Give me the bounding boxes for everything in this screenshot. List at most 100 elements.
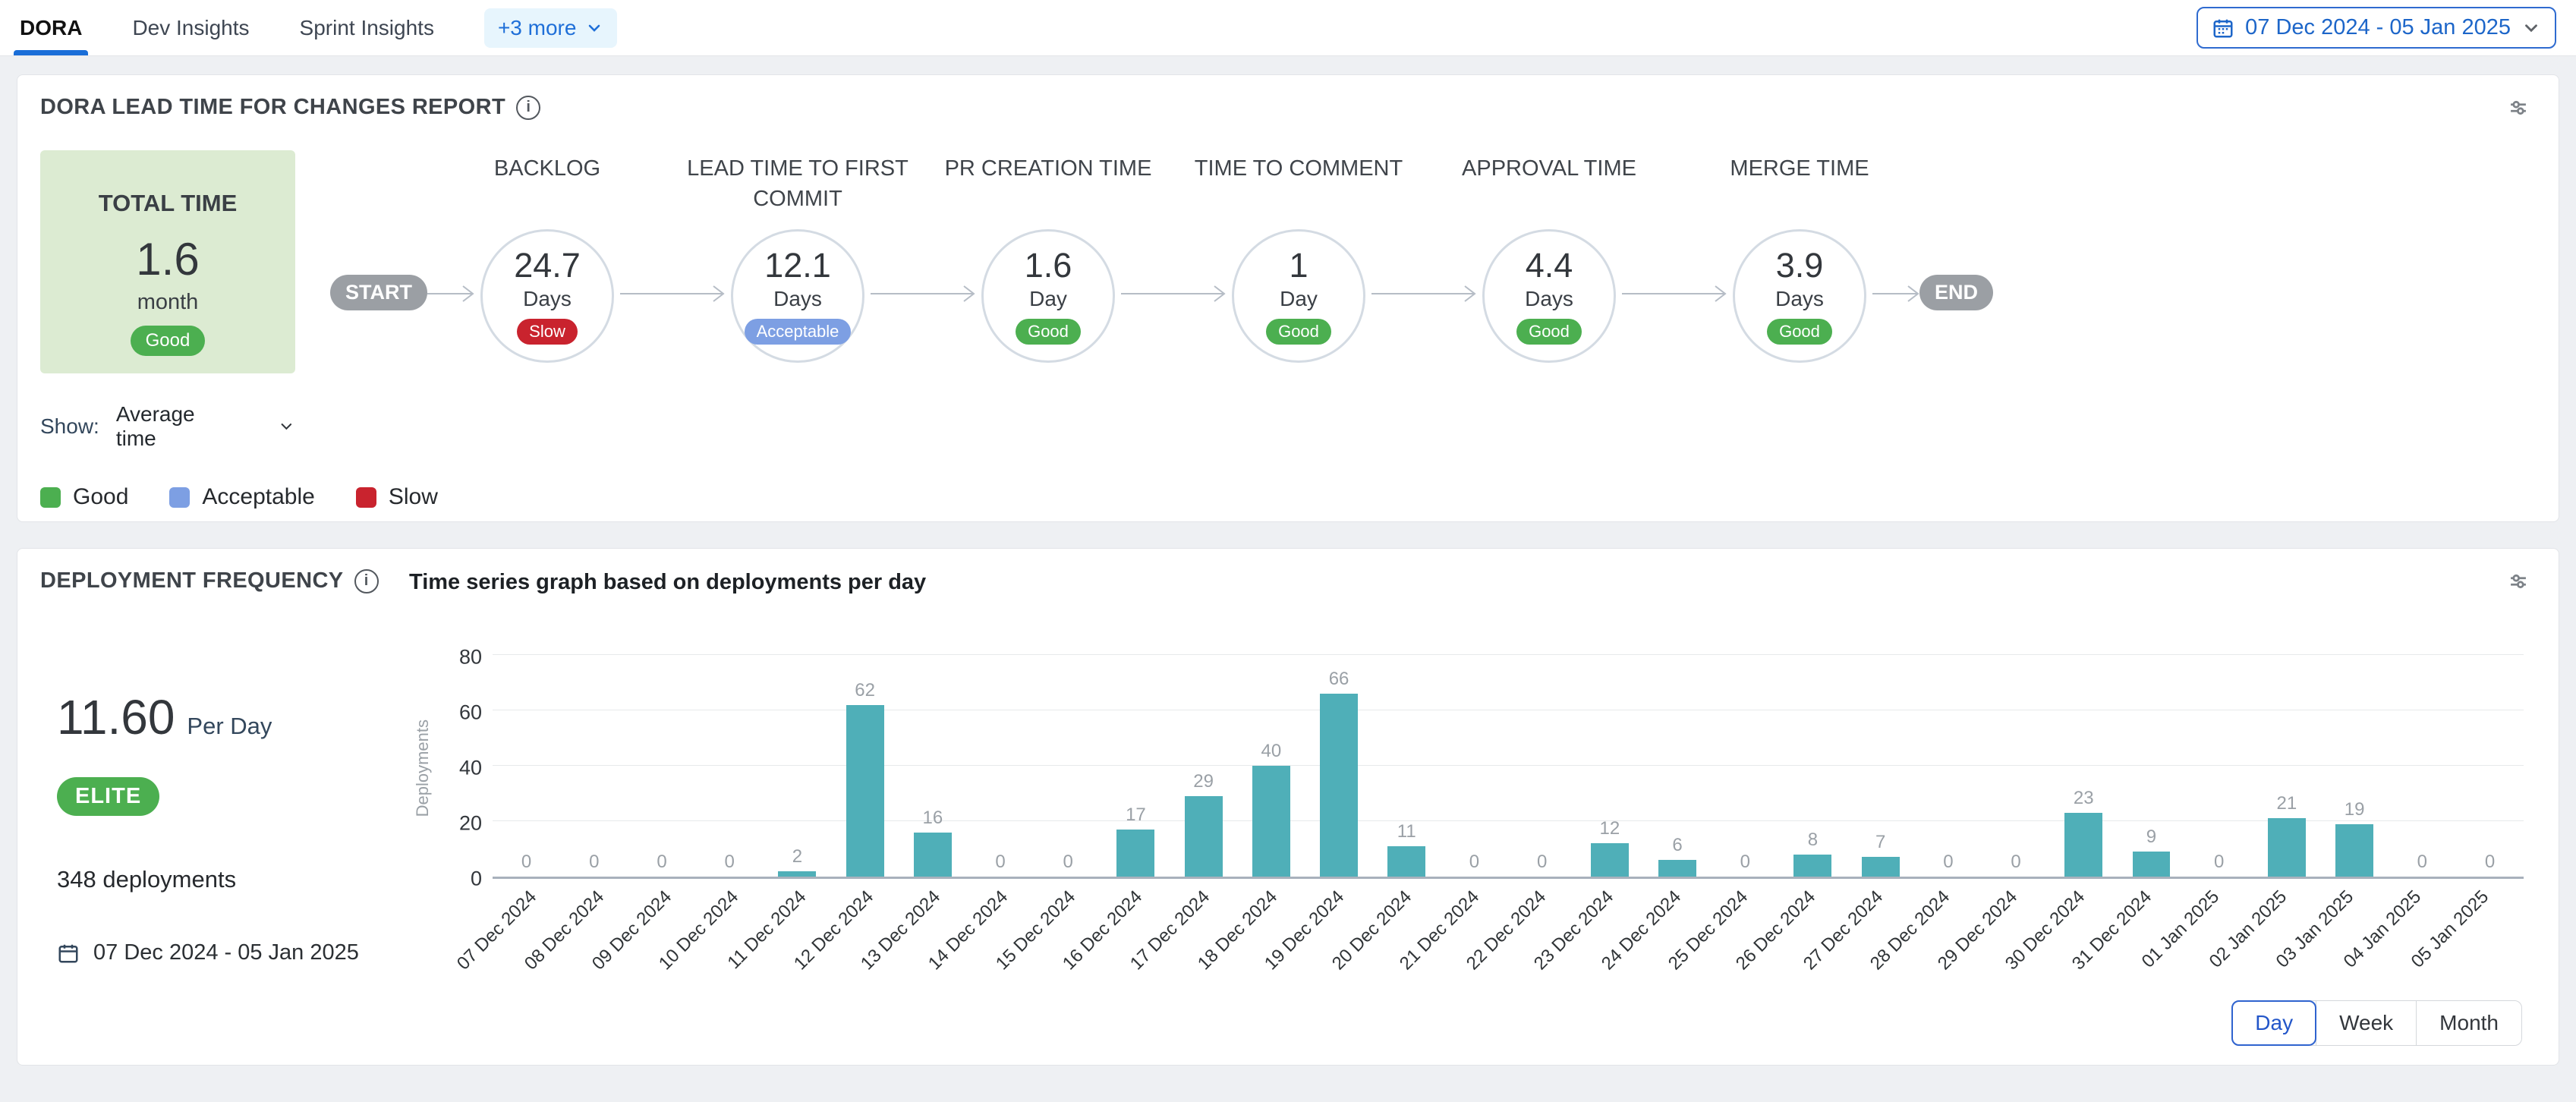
bar-value-label: 2	[792, 846, 802, 867]
bar-24-dec-2024[interactable]: 6	[1643, 835, 1711, 877]
bar-value-label: 0	[1943, 852, 1953, 873]
stage-circle: 1DayGood	[1232, 229, 1365, 363]
bar-value-label: 0	[2214, 852, 2224, 873]
legend-item-slow: Slow	[356, 484, 438, 510]
bar-09-dec-2024[interactable]: 0	[628, 852, 695, 877]
bar-01-jan-2025[interactable]: 0	[2185, 852, 2253, 877]
tab-dora[interactable]: DORA	[20, 0, 82, 55]
deployment-rate-value: 11.60	[57, 689, 175, 745]
bar-value-label: 11	[1397, 821, 1416, 842]
bar-27-dec-2024[interactable]: 7	[1847, 832, 1914, 877]
bar-23-dec-2024[interactable]: 12	[1576, 818, 1643, 877]
stage-lead-time-to-first-commit: LEAD TIME TO FIRST COMMIT12.1DaysAccepta…	[725, 150, 871, 363]
bar-value-label: 66	[1329, 669, 1349, 690]
stage-title: LEAD TIME TO FIRST COMMIT	[669, 153, 927, 214]
legend-swatch	[40, 487, 61, 508]
bar-30-dec-2024[interactable]: 23	[2050, 788, 2118, 877]
bar	[778, 871, 816, 877]
bar-28-dec-2024[interactable]: 0	[1914, 852, 1982, 877]
bar-08-dec-2024[interactable]: 0	[560, 852, 628, 877]
bar-10-dec-2024[interactable]: 0	[696, 852, 764, 877]
flow-arrow	[1622, 284, 1727, 304]
stage-unit: Days	[523, 287, 572, 311]
granularity-month-button[interactable]: Month	[2416, 1001, 2521, 1045]
stage-backlog: BACKLOG24.7DaysSlow	[474, 150, 620, 363]
more-tabs-dropdown[interactable]: +3 more	[484, 8, 618, 48]
legend-label: Good	[73, 484, 128, 510]
bar-16-dec-2024[interactable]: 17	[1102, 804, 1170, 877]
stage-title: APPROVAL TIME	[1420, 153, 1678, 184]
bar-value-label: 0	[589, 852, 599, 873]
report-tabs: DORA Dev Insights Sprint Insights +3 more	[20, 0, 617, 55]
bar-18-dec-2024[interactable]: 40	[1237, 741, 1305, 877]
bar-value-label: 8	[1808, 830, 1818, 851]
bar-05-jan-2025[interactable]: 0	[2456, 852, 2524, 877]
bar-value-label: 17	[1126, 804, 1146, 826]
bar-11-dec-2024[interactable]: 2	[764, 846, 831, 877]
bar-15-dec-2024[interactable]: 0	[1034, 852, 1102, 877]
bar-22-dec-2024[interactable]: 0	[1508, 852, 1576, 877]
flow-arrow	[620, 284, 725, 304]
bar-value-label: 0	[657, 852, 666, 873]
bar-14-dec-2024[interactable]: 0	[966, 852, 1034, 877]
y-tick-label: 20	[459, 812, 482, 836]
date-range-label: 07 Dec 2024 - 05 Jan 2025	[2245, 15, 2511, 40]
stage-status-badge: Slow	[517, 319, 578, 345]
bar-29-dec-2024[interactable]: 0	[1982, 852, 2049, 877]
bar-26-dec-2024[interactable]: 8	[1779, 830, 1847, 877]
show-metric-select[interactable]: Show: Average time	[40, 402, 295, 451]
granularity-day-button[interactable]: Day	[2231, 1000, 2316, 1046]
bar-03-jan-2025[interactable]: 19	[2320, 799, 2388, 877]
tab-sprint-insights[interactable]: Sprint Insights	[300, 0, 434, 55]
bar-07-dec-2024[interactable]: 0	[493, 852, 560, 877]
stage-value: 3.9	[1776, 248, 1824, 282]
flow-arrow	[427, 284, 474, 304]
legend-swatch	[169, 487, 190, 508]
deployment-total: 348 deployments	[57, 866, 409, 893]
granularity-toggle: DayWeekMonth	[2231, 1000, 2522, 1046]
bar-value-label: 23	[2074, 788, 2094, 809]
stage-circle: 3.9DaysGood	[1733, 229, 1866, 363]
bar-13-dec-2024[interactable]: 16	[899, 808, 966, 877]
stage-unit: Days	[773, 287, 822, 311]
chevron-down-icon	[585, 19, 603, 37]
bar-21-dec-2024[interactable]: 0	[1441, 852, 1508, 877]
flow-end-node: END	[1919, 275, 1993, 310]
bar-17-dec-2024[interactable]: 29	[1170, 771, 1237, 877]
stage-title: PR CREATION TIME	[919, 153, 1177, 184]
total-time-card: TOTAL TIME 1.6 month Good	[40, 150, 295, 373]
legend-label: Slow	[389, 484, 438, 510]
filter-sliders-icon[interactable]	[2505, 95, 2531, 124]
bar-12-dec-2024[interactable]: 62	[831, 680, 899, 877]
stage-title: BACKLOG	[418, 153, 676, 184]
info-icon[interactable]: i	[516, 96, 540, 120]
stage-status-badge: Acceptable	[745, 319, 852, 345]
bar-19-dec-2024[interactable]: 66	[1305, 669, 1372, 877]
bar-02-jan-2025[interactable]: 21	[2253, 793, 2320, 877]
bar-value-label: 62	[855, 680, 875, 701]
legend-item-good: Good	[40, 484, 128, 510]
filter-sliders-icon[interactable]	[2505, 568, 2531, 598]
stage-title: MERGE TIME	[1671, 153, 1929, 184]
date-range-picker[interactable]: 07 Dec 2024 - 05 Jan 2025	[2197, 7, 2556, 49]
bar-value-label: 19	[2345, 799, 2365, 820]
bar-04-jan-2025[interactable]: 0	[2389, 852, 2456, 877]
total-time-status-badge: Good	[131, 326, 206, 356]
bar-value-label: 12	[1600, 818, 1620, 839]
stage-approval-time: APPROVAL TIME4.4DaysGood	[1476, 150, 1622, 363]
bar	[1252, 766, 1290, 877]
bar-25-dec-2024[interactable]: 0	[1712, 852, 1779, 877]
show-selected-value: Average time	[116, 402, 225, 451]
legend-item-acceptable: Acceptable	[169, 484, 314, 510]
stage-value: 1.6	[1025, 248, 1072, 282]
calendar-icon	[2212, 17, 2234, 39]
bar-31-dec-2024[interactable]: 9	[2118, 826, 2185, 877]
plot-area: 0000262160017294066110012608700239021190…	[493, 657, 2524, 879]
stage-circle: 1.6DayGood	[981, 229, 1115, 363]
granularity-week-button[interactable]: Week	[2316, 1001, 2416, 1045]
total-time-label: TOTAL TIME	[99, 190, 238, 217]
bar-20-dec-2024[interactable]: 11	[1373, 821, 1441, 877]
stage-pr-creation-time: PR CREATION TIME1.6DayGood	[975, 150, 1121, 363]
tab-dev-insights[interactable]: Dev Insights	[132, 0, 249, 55]
info-icon[interactable]: i	[354, 569, 379, 594]
